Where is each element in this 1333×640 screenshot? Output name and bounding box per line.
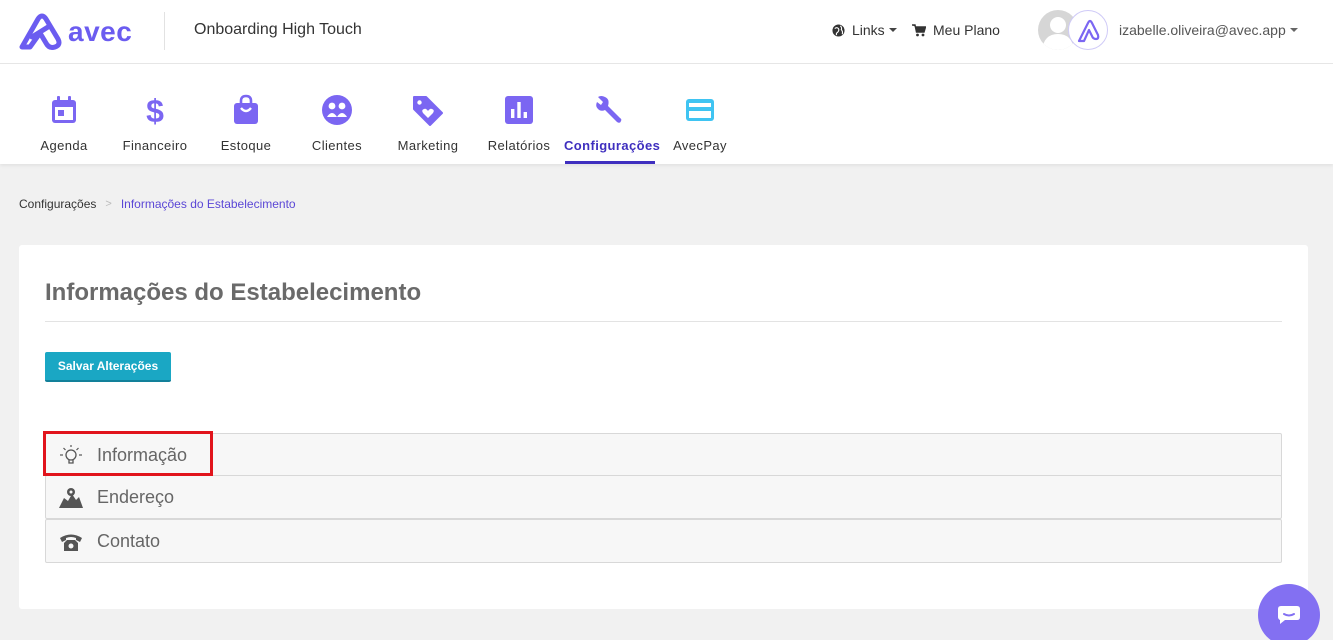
user-avatars[interactable] — [1038, 10, 1108, 50]
links-menu[interactable]: Links — [832, 22, 897, 38]
chat-bubble-icon — [1278, 606, 1300, 624]
breadcrumb-separator: > — [105, 198, 112, 210]
svg-text:$: $ — [146, 94, 164, 126]
globe-icon — [832, 23, 845, 37]
save-button[interactable]: Salvar Alterações — [45, 352, 171, 382]
nav-item-financeiro[interactable]: $ Financeiro — [110, 64, 200, 164]
header-divider — [164, 12, 165, 50]
section-label: Endereço — [97, 487, 175, 507]
page-title: Informações do Estabelecimento — [45, 279, 422, 306]
dollar-icon: $ — [146, 94, 164, 126]
avec-logo-icon — [19, 13, 62, 50]
highlight-box — [43, 431, 213, 476]
breadcrumb-current[interactable]: Informações do Estabelecimento — [121, 197, 296, 211]
plan-link[interactable]: Meu Plano — [912, 22, 1000, 38]
nav-item-estoque[interactable]: Estoque — [201, 64, 291, 164]
chevron-down-icon — [888, 28, 897, 32]
nav-label: Estoque — [220, 138, 272, 153]
cart-icon — [912, 23, 926, 36]
credit-card-icon — [686, 99, 714, 121]
section-informacao[interactable]: Informação — [45, 433, 1282, 477]
avec-logo[interactable]: avec — [18, 12, 132, 52]
top-bar: avec Onboarding High Touch Links Meu Pla… — [0, 0, 1333, 64]
nav-item-avecpay[interactable]: AvecPay — [655, 64, 745, 164]
nav-item-agenda[interactable]: Agenda — [19, 64, 109, 164]
plan-label: Meu Plano — [933, 22, 1000, 38]
nav-item-configuracoes[interactable]: Configurações — [564, 64, 661, 164]
links-label: Links — [852, 22, 885, 38]
clients-icon — [322, 95, 352, 125]
title-divider — [45, 321, 1282, 322]
nav-label: Configurações — [564, 138, 661, 153]
phone-icon — [60, 534, 82, 551]
nav-item-marketing[interactable]: Marketing — [383, 64, 473, 164]
breadcrumb-parent[interactable]: Configurações — [19, 197, 96, 211]
map-icon — [59, 488, 83, 508]
nav-label: Clientes — [311, 138, 363, 153]
user-menu[interactable]: izabelle.oliveira@avec.app — [1119, 22, 1298, 38]
bar-chart-icon — [505, 96, 533, 124]
chat-launcher[interactable] — [1258, 584, 1320, 640]
wrench-icon — [596, 96, 622, 123]
chevron-down-icon — [1289, 28, 1298, 32]
section-endereco[interactable]: Endereço — [45, 475, 1282, 519]
nav-item-relatorios[interactable]: Relatórios — [474, 64, 564, 164]
nav-label: Financeiro — [122, 138, 188, 153]
tag-heart-icon — [413, 96, 443, 126]
shopping-bag-icon — [234, 94, 258, 124]
company-name[interactable]: Onboarding High Touch — [194, 21, 362, 39]
nav-label: AvecPay — [673, 138, 727, 153]
nav-label: Relatórios — [487, 138, 551, 153]
company-avatar — [1068, 10, 1108, 50]
user-email: izabelle.oliveira@avec.app — [1119, 22, 1286, 38]
avec-mark-icon — [1077, 19, 1100, 43]
establishment-card: Informações do Estabelecimento Salvar Al… — [19, 245, 1308, 609]
nav-label: Agenda — [40, 138, 88, 153]
active-tab-indicator — [565, 161, 655, 164]
nav-label: Marketing — [397, 138, 459, 153]
calendar-icon — [52, 96, 76, 123]
section-contato[interactable]: Contato — [45, 519, 1282, 563]
section-label: Contato — [97, 531, 161, 551]
main-nav: Agenda $ Financeiro Estoque Clientes Mar… — [0, 64, 1333, 164]
breadcrumb: Configurações > Informações do Estabelec… — [19, 197, 296, 211]
brand-name: avec — [68, 16, 133, 47]
nav-item-clientes[interactable]: Clientes — [292, 64, 382, 164]
